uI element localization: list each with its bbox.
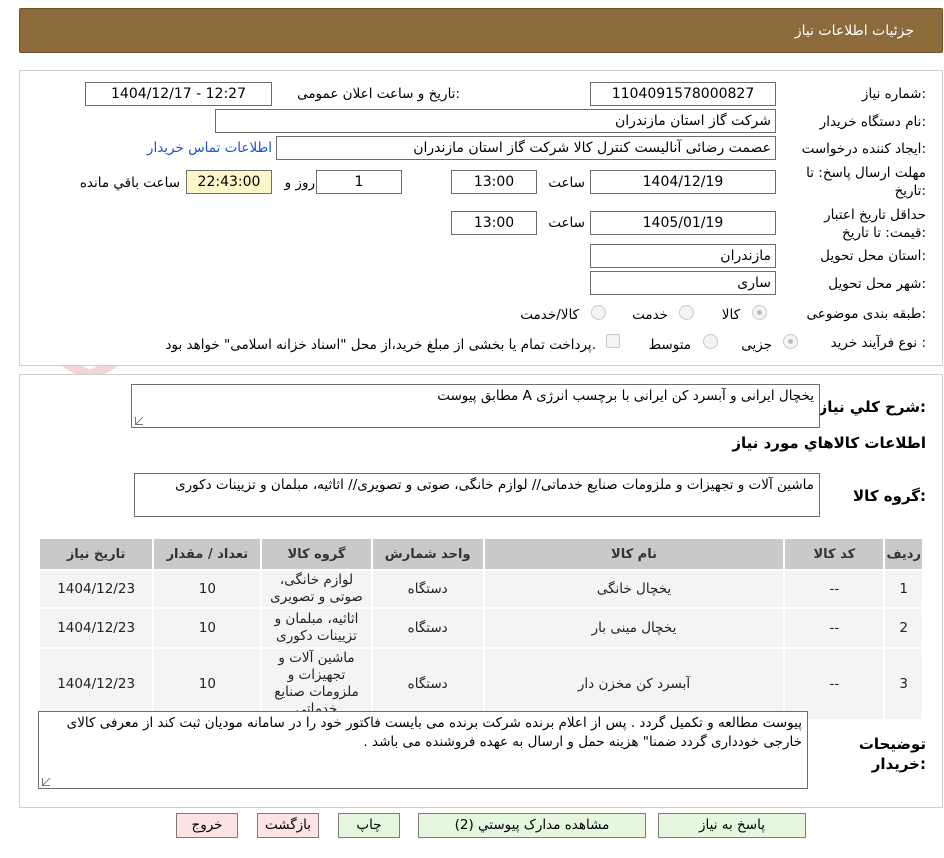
cell-need-date: 1404/12/23	[37, 607, 155, 649]
col-header-row-number: رديف	[883, 537, 924, 571]
goods-group-label: گروه کالا:	[853, 487, 926, 505]
cell-group: لوازم خانگی، صوتی و تصویری	[260, 569, 373, 609]
cell-name: آبسرد کن مخزن دار	[482, 647, 786, 721]
cell-name: یخچال مینی بار	[482, 607, 786, 649]
buyer-contact-link[interactable]: اطلاعات تماس خریدار	[147, 140, 272, 156]
col-header-unit: واحد شمارش	[370, 537, 485, 571]
cell-name: یخچال خانگی	[482, 569, 786, 609]
process-radio-medium[interactable]	[703, 334, 718, 349]
table-header-row: رديف کد کالا نام کالا واحد شمارش گروه کا…	[37, 537, 924, 571]
deadline-time-field: 13:00	[451, 170, 537, 194]
process-radio-minor[interactable]	[783, 334, 798, 349]
validity-time-label: ساعت	[548, 215, 585, 231]
announce-label: تاریخ و ساعت اعلان عمومی:	[297, 86, 460, 102]
buyer-notes-text: پیوست مطالعه و تکمیل گردد . پس از اعلام …	[66, 715, 802, 750]
requester-label: ایجاد کننده درخواست:	[801, 141, 926, 157]
validity-label: حداقل تاریخ اعتبار قیمت: تا تاریخ:	[824, 207, 926, 241]
category-option-service: خدمت	[632, 307, 668, 323]
col-header-need-date: تاريخ نياز	[37, 537, 155, 571]
announce-datetime-field: 1404/12/17 - 12:27	[85, 82, 272, 106]
buyer-org-field: شرکت گاز استان مازندران	[215, 109, 776, 133]
category-option-goods: کالا	[721, 307, 740, 323]
col-header-name: نام کالا	[482, 537, 786, 571]
cell-unit: دستگاه	[370, 607, 485, 649]
table-row[interactable]: 1 -- یخچال خانگی دستگاه لوازم خانگی، صوت…	[37, 569, 924, 609]
cell-code: --	[783, 607, 886, 649]
attachments-button[interactable]: مشاهده مدارک پیوستي (2)	[418, 813, 646, 838]
cell-quantity: 10	[152, 647, 263, 721]
table-row[interactable]: 3 -- آبسرد کن مخزن دار دستگاه ماشین آلات…	[37, 647, 924, 721]
buyer-notes-textarea[interactable]: پیوست مطالعه و تکمیل گردد . پس از اعلام …	[38, 711, 808, 789]
category-radio-both[interactable]	[591, 305, 606, 320]
col-header-quantity: تعداد / مقدار	[152, 537, 263, 571]
validity-date-field: 1405/01/19	[590, 211, 776, 235]
deadline-date-field: 1404/12/19	[590, 170, 776, 194]
col-header-code: کد کالا	[783, 537, 886, 571]
treasury-payment-checkbox[interactable]	[606, 334, 620, 348]
buyer-org-label: نام دستگاه خریدار:	[819, 114, 926, 130]
cell-unit: دستگاه	[370, 647, 485, 721]
cell-row-number: 2	[883, 607, 924, 649]
reply-button[interactable]: پاسخ به نیاز	[658, 813, 806, 838]
cell-code: --	[783, 569, 886, 609]
page-header: جزئیات اطلاعات نیاز	[19, 8, 943, 53]
cell-group: ماشین آلات و تجهیزات و ملزومات صنایع خدم…	[260, 647, 373, 721]
table-row[interactable]: 2 -- یخچال مینی بار دستگاه اثاثیه، مبلما…	[37, 607, 924, 649]
cell-row-number: 1	[883, 569, 924, 609]
city-label: شهر محل تحویل:	[828, 276, 926, 292]
resize-grip-icon[interactable]	[135, 417, 143, 425]
col-header-group: گروه کالا	[260, 537, 373, 571]
treasury-payment-note: پرداخت تمام یا بخشی از مبلغ خرید،از محل …	[165, 337, 596, 353]
category-radio-service[interactable]	[679, 305, 694, 320]
summary-label: شرح کلي نياز:	[818, 398, 926, 416]
summary-textarea[interactable]: یخچال ایرانی و آبسرد کن ایرانی با برچسب …	[131, 384, 820, 428]
buyer-notes-label: توضیحات خریدار:	[858, 735, 926, 773]
remaining-time-field: 22:43:00	[186, 170, 272, 194]
province-field: مازندران	[590, 244, 776, 268]
resize-grip-icon[interactable]	[42, 778, 50, 786]
goods-table: رديف کد کالا نام کالا واحد شمارش گروه کا…	[37, 537, 924, 721]
cell-row-number: 3	[883, 647, 924, 721]
process-label: نوع فرآیند خرید :	[830, 335, 926, 351]
process-option-minor: جزیی	[741, 337, 772, 353]
process-option-medium: متوسط	[648, 337, 691, 353]
cell-quantity: 10	[152, 569, 263, 609]
goods-section-title: اطلاعات کالاهاي مورد نياز	[732, 434, 926, 452]
cell-unit: دستگاه	[370, 569, 485, 609]
cell-group: اثاثیه، مبلمان و تزیینات دکوری	[260, 607, 373, 649]
deadline-time-label: ساعت	[548, 175, 585, 191]
category-option-both: کالا/خدمت	[520, 307, 579, 323]
category-radio-goods[interactable]	[752, 305, 767, 320]
exit-button[interactable]: خروج	[176, 813, 238, 838]
city-field: ساری	[590, 271, 776, 295]
cell-need-date: 1404/12/23	[37, 569, 155, 609]
back-button[interactable]: بازگشت	[257, 813, 319, 838]
province-label: استان محل تحویل:	[820, 248, 926, 264]
cell-quantity: 10	[152, 607, 263, 649]
cell-code: --	[783, 647, 886, 721]
days-field: 1	[316, 170, 402, 194]
need-number-field: 1104091578000827	[590, 82, 776, 106]
need-number-label: شماره نیاز:	[861, 86, 926, 102]
summary-text: یخچال ایرانی و آبسرد کن ایرانی با برچسب …	[437, 388, 814, 404]
requester-field: عصمت رضائی آنالیست کنترل کالا شرکت گاز ا…	[276, 136, 776, 160]
goods-group-textarea[interactable]: ماشین آلات و تجهیزات و ملزومات صنایع خدم…	[134, 473, 820, 517]
days-label: روز و	[284, 175, 315, 191]
page-title: جزئیات اطلاعات نیاز	[794, 23, 914, 39]
cell-need-date: 1404/12/23	[37, 647, 155, 721]
remaining-label: ساعت باقي مانده	[79, 175, 180, 191]
print-button[interactable]: چاپ	[338, 813, 400, 838]
deadline-label: مهلت ارسال پاسخ: تا تاریخ:	[806, 165, 926, 199]
validity-time-field: 13:00	[451, 211, 537, 235]
category-label: طبقه بندی موضوعی:	[806, 306, 926, 322]
goods-group-text: ماشین آلات و تجهیزات و ملزومات صنایع خدم…	[175, 477, 814, 493]
